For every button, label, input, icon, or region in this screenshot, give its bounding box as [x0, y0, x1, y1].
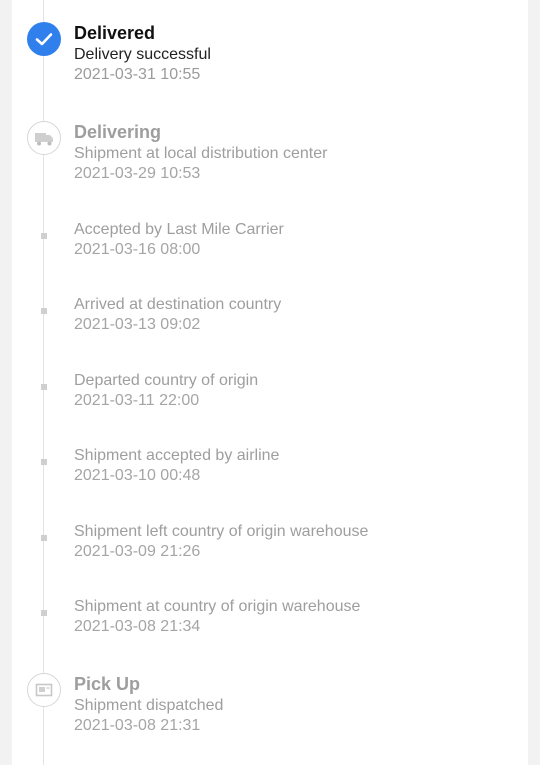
- event-title: Delivered: [74, 23, 156, 43]
- timeline-dot: [41, 610, 47, 616]
- event-description: Shipment accepted by airline: [74, 447, 280, 464]
- timeline-dot: [41, 233, 47, 239]
- timeline-event: Shipment at country of origin warehouse …: [74, 596, 514, 637]
- event-time: 2021-03-29 10:53: [74, 165, 201, 182]
- event-time: 2021-03-10 00:48: [74, 467, 201, 484]
- timeline-dot: [41, 384, 47, 390]
- timeline-dot: [41, 535, 47, 541]
- event-description: Accepted by Last Mile Carrier: [74, 221, 284, 238]
- timeline-event: Departed country of origin 2021-03-11 22…: [74, 370, 514, 411]
- timeline-event-pick-up: Pick Up Shipment dispatched 2021-03-08 2…: [74, 673, 514, 736]
- timeline-event-delivering: Delivering Shipment at local distributio…: [74, 121, 514, 184]
- event-time: 2021-03-08 21:31: [74, 717, 201, 734]
- event-description: Arrived at destination country: [74, 296, 282, 313]
- event-description: Shipment at local distribution center: [74, 145, 328, 162]
- timeline-event-delivered: Delivered Delivery successful 2021-03-31…: [74, 22, 514, 85]
- timeline-event: Shipment left country of origin warehous…: [74, 521, 514, 562]
- event-time: 2021-03-13 09:02: [74, 316, 201, 333]
- timeline-event: Accepted by Last Mile Carrier 2021-03-16…: [74, 219, 514, 260]
- event-title: Pick Up: [74, 674, 141, 694]
- event-time: 2021-03-16 08:00: [74, 241, 201, 258]
- truck-icon: [27, 121, 61, 155]
- package-icon: [27, 673, 61, 707]
- event-time: 2021-03-09 21:26: [74, 543, 201, 560]
- event-time: 2021-03-11 22:00: [74, 392, 200, 409]
- timeline-event: Arrived at destination country 2021-03-1…: [74, 294, 514, 335]
- event-description: Shipment dispatched: [74, 697, 224, 714]
- event-description: Delivery successful: [74, 46, 211, 63]
- event-description: Shipment at country of origin warehouse: [74, 598, 361, 615]
- event-description: Shipment left country of origin warehous…: [74, 523, 369, 540]
- timeline-dot: [41, 308, 47, 314]
- timeline-dot: [41, 459, 47, 465]
- timeline-connector: [43, 0, 44, 765]
- timeline-event: Shipment accepted by airline 2021-03-10 …: [74, 445, 514, 486]
- check-icon: [27, 22, 61, 56]
- event-time: 2021-03-08 21:34: [74, 618, 201, 635]
- event-time: 2021-03-31 10:55: [74, 66, 201, 83]
- event-title: Delivering: [74, 122, 162, 142]
- event-description: Departed country of origin: [74, 372, 259, 389]
